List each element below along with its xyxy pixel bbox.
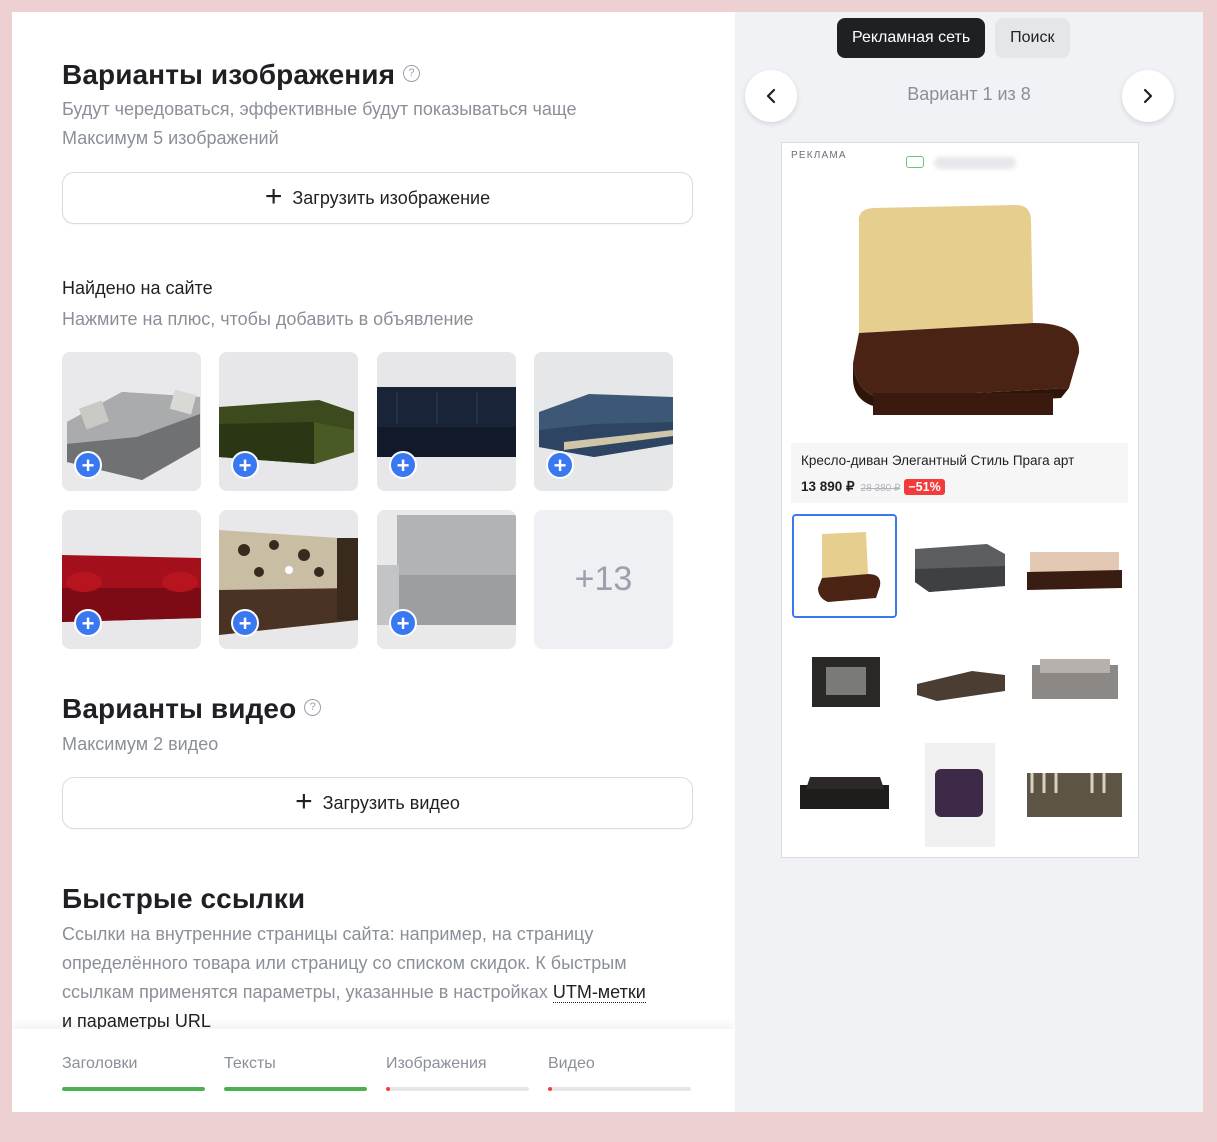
gallery-item[interactable] [907,629,1012,733]
video-section-title: Варианты видео? [62,693,322,725]
quick-links-title: Быстрые ссылки [62,883,306,914]
product-name: Кресло-диван Элегантный Стиль Прага арт [801,453,1075,468]
add-image-button[interactable]: + [389,451,417,479]
discount-badge: −51% [904,479,945,495]
tab-search[interactable]: Поиск [995,18,1070,58]
product-image [791,183,1128,443]
plus-icon: + [264,180,283,213]
found-on-site-title: Найдено на сайте [62,278,213,298]
site-image-thumb[interactable]: + [62,352,201,491]
add-image-button[interactable]: + [231,609,259,637]
help-icon[interactable]: ? [403,65,421,83]
video-limit: Максимум 2 видео [62,734,219,754]
ad-preview: РЕКЛАМА Кресло-диван Элегантный Стиль Пр… [781,142,1139,858]
more-images-button[interactable]: +13 [534,510,673,649]
images-section-title: Варианты изображения? [62,59,421,91]
add-image-button[interactable]: + [546,451,574,479]
site-image-thumb[interactable]: + [219,510,358,649]
add-image-button[interactable]: + [74,451,102,479]
preview-panel: Рекламная сеть Поиск Вариант 1 из 8 РЕКЛ… [735,12,1203,1112]
upload-video-label: Загрузить видео [322,792,460,813]
gallery-item[interactable] [1022,629,1127,733]
upload-image-button[interactable]: + Загрузить изображение [62,172,693,224]
images-limit: Максимум 5 изображений [62,128,279,148]
add-image-button[interactable]: + [389,609,417,637]
ad-label: РЕКЛАМА [791,150,847,161]
gallery-item[interactable] [792,743,897,847]
add-image-button[interactable]: + [231,451,259,479]
site-image-thumb[interactable]: + [219,352,358,491]
site-image-thumb[interactable]: + [377,352,516,491]
site-image-thumb[interactable]: + [62,510,201,649]
add-image-button[interactable]: + [74,609,102,637]
next-variant-button[interactable] [1122,70,1174,122]
progress-headlines: Заголовки [62,1055,205,1091]
gallery-item[interactable] [792,629,897,733]
gallery-item[interactable] [925,743,995,847]
gallery-item[interactable] [907,514,1012,618]
app-frame: Варианты изображения? Будут чередоваться… [12,12,1203,1112]
product-price: 13 890 ₽28 380 ₽ −51% [801,479,945,495]
progress-bar: Заголовки Тексты Изображения Видео [12,1029,735,1112]
site-image-thumb[interactable]: + [534,352,673,491]
utm-link[interactable]: UTM-метки [552,982,646,1003]
chevron-right-icon [1143,88,1153,104]
progress-texts: Тексты [224,1055,367,1091]
quick-links-description: Ссылки на внутренние страницы сайта: нап… [62,924,646,1031]
editor-panel: Варианты изображения? Будут чередоваться… [12,12,735,1112]
found-on-site-hint: Нажмите на плюс, чтобы добавить в объявл… [62,309,474,329]
plus-icon: + [295,785,313,818]
images-subtitle: Будут чередоваться, эффективные будут по… [62,99,577,119]
gallery-item[interactable] [1022,514,1127,618]
site-image-thumb[interactable]: + [377,510,516,649]
preview-tabs: Рекламная сеть Поиск [837,18,1070,58]
blurred-domain [934,157,1016,169]
progress-images: Изображения [386,1055,529,1091]
progress-video: Видео [548,1055,691,1091]
upload-image-label: Загрузить изображение [292,187,491,208]
gallery-item[interactable] [1022,743,1127,847]
upload-video-button[interactable]: + Загрузить видео [62,777,693,829]
site-favicon-icon [906,156,924,168]
help-icon[interactable]: ? [304,699,322,717]
gallery-item-selected[interactable] [792,514,897,618]
tab-ad-network[interactable]: Рекламная сеть [837,18,986,58]
